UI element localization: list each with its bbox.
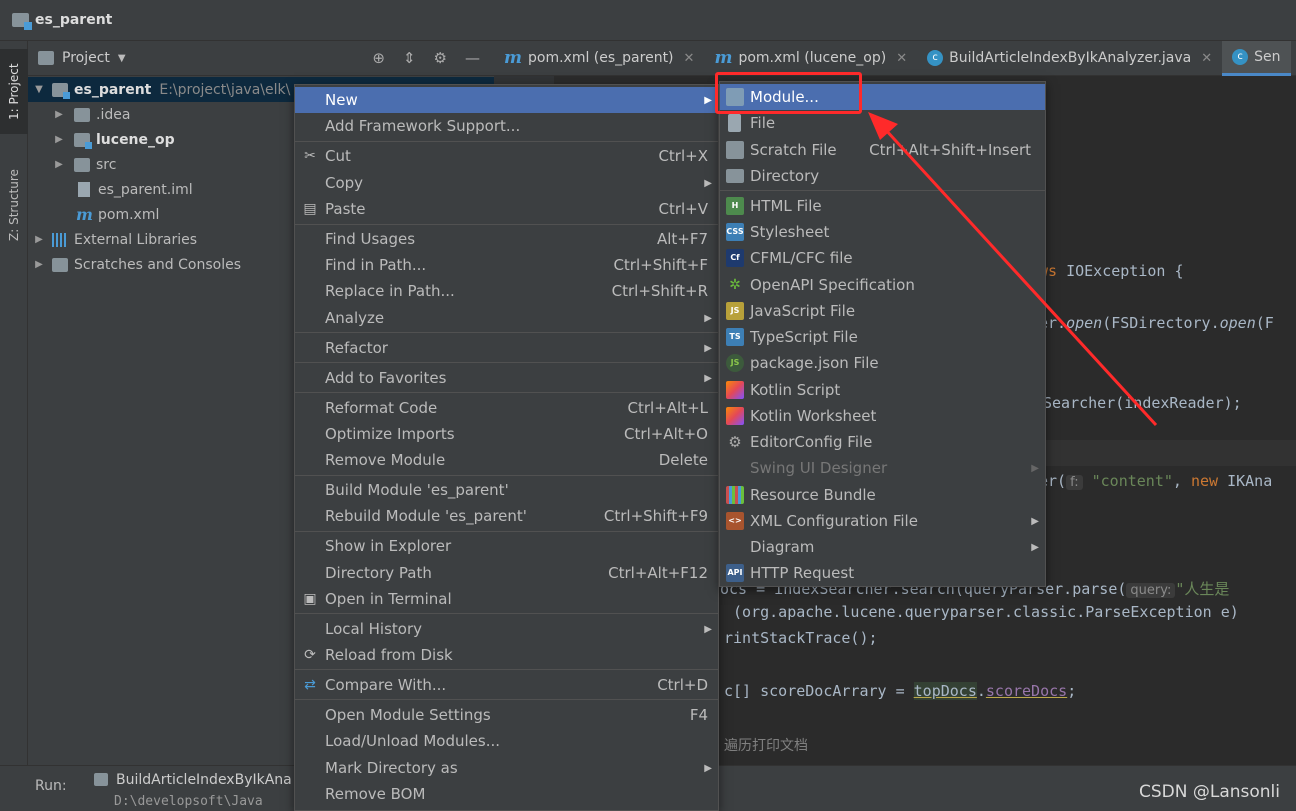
annotation-arrow (868, 112, 1158, 427)
annotation-arrow-head (868, 112, 898, 140)
annotation-arrow-line (882, 126, 1158, 427)
